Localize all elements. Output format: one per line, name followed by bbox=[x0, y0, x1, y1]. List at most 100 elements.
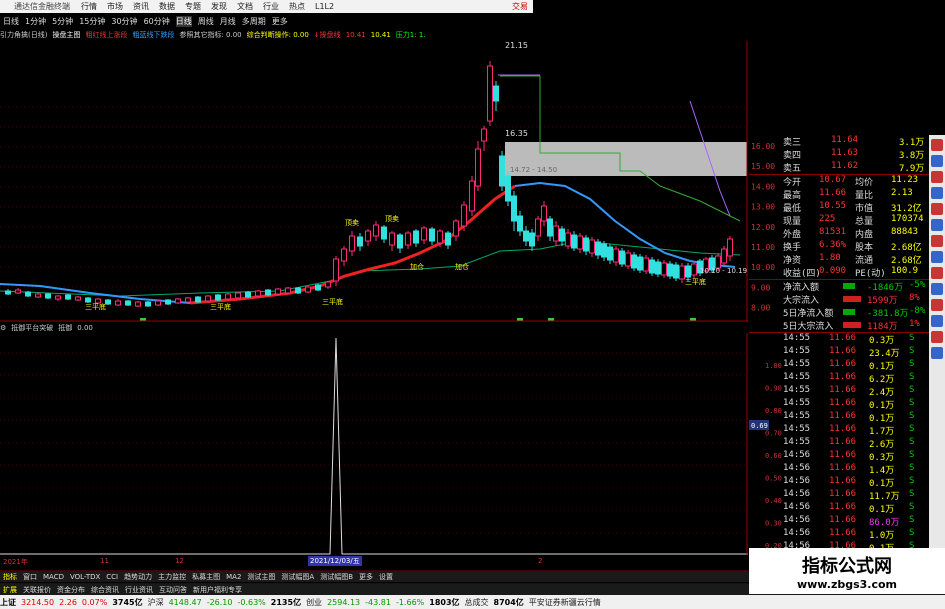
tick-side: S bbox=[909, 502, 915, 512]
menu-item-industry[interactable]: 行业 bbox=[263, 1, 279, 12]
stat-row: 今开 10.67 均价 11.23 bbox=[749, 175, 929, 188]
period-tab[interactable]: 多周期 bbox=[242, 16, 266, 27]
sidebar-tool-icon[interactable] bbox=[931, 139, 943, 151]
candle-body bbox=[405, 232, 411, 246]
stat-label: 均价 bbox=[855, 178, 874, 188]
sidebar-tool-icon[interactable] bbox=[931, 203, 943, 215]
indicator-tab[interactable]: 测试幅图B bbox=[320, 572, 353, 582]
period-tab[interactable]: 日线 bbox=[3, 16, 19, 27]
tick-side: S bbox=[909, 359, 915, 369]
tick-volume: 11.7万 bbox=[869, 492, 900, 502]
menu-item-news[interactable]: 资讯 bbox=[133, 1, 149, 12]
info-tab[interactable]: 综合资讯 bbox=[91, 585, 119, 595]
status-item: 平安证券新疆云行情 bbox=[528, 597, 601, 607]
indicator-tab[interactable]: 趋势动力 bbox=[124, 572, 152, 582]
sidebar-tool-icon[interactable] bbox=[931, 267, 943, 279]
tick-row: 14:56 11.66 0.3万 S bbox=[749, 450, 929, 463]
indicator-tab[interactable]: 更多 bbox=[359, 572, 373, 582]
flow-value: 1599万 bbox=[867, 296, 898, 306]
sidebar-tool-icon[interactable] bbox=[931, 331, 943, 343]
sidebar-tool-icon[interactable] bbox=[931, 235, 943, 247]
tick-row: 14:56 11.66 11.7万 S bbox=[749, 489, 929, 502]
indicator-tab[interactable]: 私募主图 bbox=[192, 572, 220, 582]
menu-item-docs[interactable]: 文档 bbox=[237, 1, 253, 12]
period-tab[interactable]: 5分钟 bbox=[52, 16, 73, 27]
candle-body bbox=[601, 243, 607, 258]
date-axis: 2021年 11 12 2021/12/03/五 2 bbox=[0, 556, 745, 568]
indicator-tab[interactable]: MA2 bbox=[226, 573, 241, 581]
menu-item-hot[interactable]: 热点 bbox=[289, 1, 305, 12]
indicator-legend: 引力角擒(日线) 操盘主图 粗红线上涨段 粗蓝线下跌段 参照其它指标: 0.00 综合判断… bbox=[0, 29, 533, 41]
indicator-tab[interactable]: MACD bbox=[43, 573, 64, 581]
candle-body bbox=[325, 281, 331, 288]
status-item: 上证 bbox=[0, 597, 16, 607]
sidebar-tool-icon[interactable] bbox=[931, 219, 943, 231]
status-item: -1.66% bbox=[395, 597, 425, 607]
menu-item-topics[interactable]: 专题 bbox=[185, 1, 201, 12]
right-sidebar bbox=[929, 135, 945, 565]
candle-body bbox=[341, 248, 347, 262]
sub-indicator-legend: ⚙ 抵御平台突破 抵御 0.00 bbox=[0, 322, 200, 333]
sub-indicator-gear-icon[interactable]: ⚙ bbox=[0, 324, 6, 332]
sidebar-tool-icon[interactable] bbox=[931, 251, 943, 263]
candle-body bbox=[255, 290, 261, 297]
period-tab[interactable]: 更多 bbox=[272, 16, 288, 27]
period-tab[interactable]: 1分钟 bbox=[25, 16, 46, 27]
status-item: 0.07% bbox=[81, 597, 108, 607]
flow-pct: 8% bbox=[909, 293, 920, 303]
info-tab[interactable]: 行业资讯 bbox=[125, 585, 153, 595]
stat-value: 170374 bbox=[891, 214, 924, 224]
indicator-tab[interactable]: 测试幅图A bbox=[281, 572, 314, 582]
sidebar-tool-icon[interactable] bbox=[931, 171, 943, 183]
info-tab[interactable]: 新用户福利专享 bbox=[193, 585, 242, 595]
menu-item-l1l2[interactable]: L1L2 bbox=[315, 2, 334, 11]
candle-body bbox=[315, 284, 321, 291]
menu-item-market[interactable]: 市场 bbox=[107, 1, 123, 12]
tick-side: S bbox=[909, 463, 915, 473]
period-tab[interactable]: 30分钟 bbox=[111, 16, 137, 27]
tick-time: 14:56 bbox=[783, 515, 811, 525]
sidebar-tool-icon[interactable] bbox=[931, 155, 943, 167]
indicator-tab[interactable]: 设置 bbox=[379, 572, 393, 582]
indicator-tab[interactable]: 测试主图 bbox=[247, 572, 275, 582]
trade-button[interactable]: 交易 bbox=[512, 1, 528, 12]
sidebar-tool-icon[interactable] bbox=[931, 347, 943, 359]
info-tab[interactable]: 资金分布 bbox=[57, 585, 85, 595]
ask-label: 卖五 bbox=[783, 164, 802, 174]
indicator-tab[interactable]: 窗口 bbox=[23, 572, 37, 582]
period-tab[interactable]: 周线 bbox=[198, 16, 214, 27]
candle-body bbox=[637, 256, 643, 271]
menu-item-discover[interactable]: 发现 bbox=[211, 1, 227, 12]
menu-item-data[interactable]: 数据 bbox=[159, 1, 175, 12]
period-tab[interactable]: 60分钟 bbox=[144, 16, 170, 27]
tick-side: S bbox=[909, 450, 915, 460]
indicator-tab[interactable]: VOL-TDX bbox=[70, 573, 100, 581]
period-tab[interactable]: 日线 bbox=[175, 15, 192, 27]
info-tab[interactable]: 关联报价 bbox=[23, 585, 51, 595]
menu-item-quotes[interactable]: 行情 bbox=[81, 1, 97, 12]
flow-value: -381.8万 bbox=[867, 309, 909, 319]
sidebar-tool-icon[interactable] bbox=[931, 187, 943, 199]
period-tab[interactable]: 月线 bbox=[220, 16, 236, 27]
indicator-tab[interactable]: CCI bbox=[106, 573, 118, 581]
info-tab[interactable]: 互动问答 bbox=[159, 585, 187, 595]
tick-row: 14:55 11.66 2.4万 S bbox=[749, 385, 929, 398]
candle-body bbox=[523, 230, 529, 242]
indicator-tab[interactable]: 指标 bbox=[3, 572, 17, 582]
stat-label: 总量 bbox=[855, 217, 874, 227]
ask-label: 卖四 bbox=[783, 151, 802, 161]
indicator-tab[interactable]: 主力监控 bbox=[158, 572, 186, 582]
candle-body bbox=[517, 215, 523, 232]
sidebar-tool-icon[interactable] bbox=[931, 299, 943, 311]
period-tab[interactable]: 15分钟 bbox=[79, 16, 105, 27]
candle-body bbox=[225, 293, 231, 300]
sub-indicator-name[interactable]: 抵御平台突破 bbox=[11, 323, 53, 333]
flow-label: 5日净流入额 bbox=[783, 309, 834, 319]
sidebar-tool-icon[interactable] bbox=[931, 283, 943, 295]
tick-side: S bbox=[909, 411, 915, 421]
sub-indicator-chart[interactable] bbox=[0, 333, 748, 555]
info-tab[interactable]: 扩展 bbox=[3, 585, 17, 595]
sidebar-tool-icon[interactable] bbox=[931, 315, 943, 327]
main-kline-chart[interactable]: 14.72 - 14.5021.1516.3510.10 - 10.19三平底三… bbox=[0, 41, 748, 322]
chart-annotation: 三平底 bbox=[85, 302, 106, 311]
